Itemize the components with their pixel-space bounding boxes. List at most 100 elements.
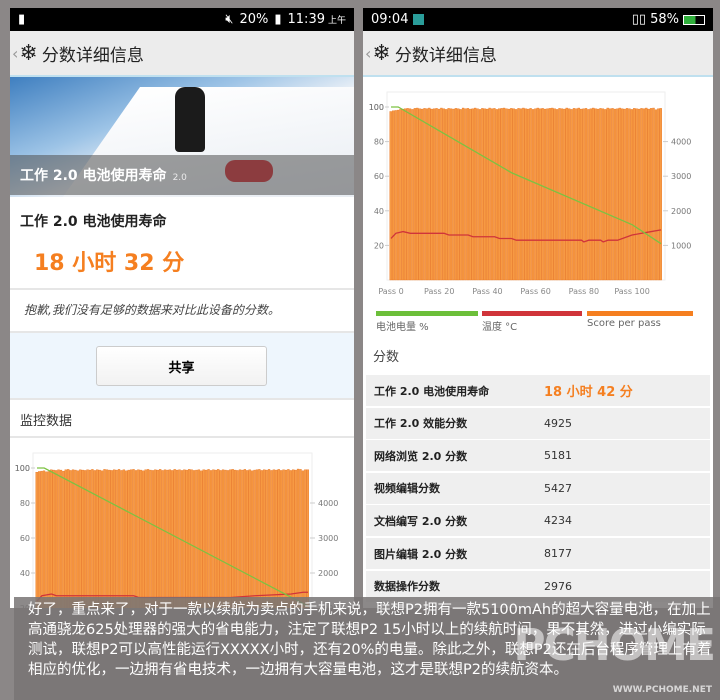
score-bar	[459, 109, 462, 281]
snowflake-icon[interactable]: ❄	[19, 41, 37, 66]
score-bar	[457, 108, 460, 281]
score-bar	[618, 107, 621, 281]
score-bar	[659, 108, 662, 281]
score-bar	[103, 469, 106, 608]
legend-label: 温度 °C	[482, 322, 518, 333]
score-bar	[122, 469, 126, 608]
watermark-logo: PCHOME	[513, 620, 716, 671]
score-bar	[546, 108, 549, 281]
score-bar	[392, 110, 395, 281]
sim-alert-icon: ▮	[18, 12, 26, 27]
score-bar	[226, 470, 230, 608]
score-bar	[47, 471, 51, 608]
score-bar	[447, 108, 450, 281]
score-label: 文档编写 2.0 分数	[374, 514, 468, 528]
score-bar	[654, 109, 658, 281]
score-bar	[248, 469, 251, 608]
score-bar	[168, 469, 172, 608]
score-bar	[621, 108, 624, 281]
score-bar	[495, 109, 498, 281]
score-bar	[236, 470, 239, 608]
score-bar	[57, 469, 60, 608]
sim-icon: ▯▯	[631, 12, 647, 27]
score-bar	[649, 108, 653, 281]
score-bar	[580, 108, 583, 281]
score-bar	[630, 109, 633, 281]
score-bar	[519, 108, 523, 281]
legend-label: Score per pass	[587, 318, 661, 329]
score-bar	[287, 469, 290, 608]
app-bar: ‹ ❄ 分数详细信息	[363, 31, 713, 77]
score-bar	[139, 469, 142, 608]
score-bar	[132, 469, 135, 608]
score-bar	[144, 469, 147, 608]
legend-swatch	[376, 311, 478, 316]
back-chevron-icon[interactable]: ‹	[365, 44, 371, 63]
y-left-tick-label: 20	[374, 241, 384, 250]
score-bar	[514, 109, 518, 281]
x-tick-label: Pass 40	[472, 287, 502, 296]
score-bar	[589, 108, 593, 281]
score-bar	[633, 108, 636, 281]
score-bar	[541, 108, 544, 281]
score-bar	[423, 108, 426, 281]
right-phone-screen: 09:04 ▯▯ 58% ‹ ❄ 分数详细信息 20 40 60 80 100 100 10…	[363, 8, 713, 608]
share-button[interactable]: 共享	[96, 346, 267, 386]
score-row: 文档编写 2.0 分数 4234	[366, 505, 710, 537]
score-bar	[255, 469, 259, 608]
y-left-tick-label: 60	[374, 172, 384, 181]
score-bar	[608, 108, 612, 281]
score-bar	[246, 470, 249, 608]
score-bar	[601, 108, 605, 281]
score-bar	[461, 107, 465, 281]
skier-graphic	[175, 87, 205, 152]
score-bar	[234, 469, 237, 608]
battery-icon: ▮	[274, 12, 282, 27]
score-bar	[539, 108, 542, 281]
score-bar	[108, 469, 111, 608]
score-row: 网络浏览 2.0 分数 5181	[366, 440, 710, 472]
score-bar	[524, 108, 527, 281]
score-bar	[488, 107, 491, 281]
score-bar	[207, 469, 210, 608]
score-bar	[146, 469, 150, 608]
score-bar	[606, 107, 609, 281]
score-bar	[197, 469, 201, 608]
score-bar	[54, 470, 58, 608]
score-bar	[173, 469, 176, 608]
score-bar	[158, 469, 162, 608]
score-bar	[512, 108, 515, 281]
score-bar	[640, 108, 643, 281]
score-bar	[611, 108, 614, 281]
score-bar	[62, 470, 65, 608]
app-bar: ‹ ❄ 分数详细信息	[10, 31, 354, 77]
y-left-tick-label: 100	[15, 464, 30, 473]
legend-swatch	[482, 311, 582, 316]
status-bar: 09:04 ▯▯ 58%	[363, 8, 713, 31]
score-bar	[432, 108, 436, 281]
score-bar	[647, 108, 650, 281]
score-bar	[399, 109, 402, 281]
snowflake-icon[interactable]: ❄	[372, 41, 390, 66]
score-bar	[551, 107, 554, 281]
score-bar	[449, 108, 453, 281]
score-bar	[185, 469, 188, 608]
monitor-title: 监控数据	[10, 400, 354, 438]
score-bar	[565, 107, 568, 281]
back-chevron-icon[interactable]: ‹	[12, 44, 18, 63]
score-bar	[163, 469, 167, 608]
score-bar	[502, 107, 506, 281]
score-label: 图片编辑 2.0 分数	[374, 547, 468, 561]
score-bar	[613, 108, 617, 281]
left-phone-screen: ▮ 🔇︎ 20% ▮ 11:39 上午 ‹ ❄ 分数详细信息 工作 2.0 电池…	[10, 8, 354, 608]
score-bar	[113, 469, 116, 608]
y-left-tick-label: 40	[374, 207, 384, 216]
score-bar	[527, 108, 530, 281]
score-bar	[171, 470, 174, 608]
score-bar	[292, 469, 295, 608]
score-bar	[265, 469, 268, 608]
result-value: 18 小时 32 分	[34, 251, 185, 276]
score-bar	[110, 470, 113, 608]
score-bar	[404, 108, 407, 281]
score-bar	[279, 470, 283, 608]
